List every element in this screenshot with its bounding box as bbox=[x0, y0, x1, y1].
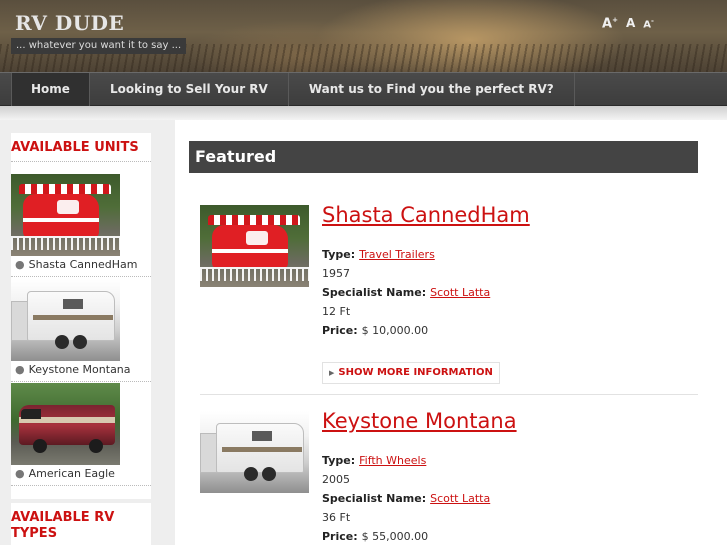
unit-name[interactable]: American Eagle bbox=[29, 467, 115, 480]
available-units-heading: AVAILABLE UNITS bbox=[11, 133, 151, 162]
main-content: Featured Shasta CannedHam Type: Travel Tr… bbox=[175, 120, 727, 545]
listing-specialist-link[interactable]: Scott Latta bbox=[430, 492, 490, 505]
listing-length: 36 Ft bbox=[322, 511, 351, 524]
listing-type-link[interactable]: Travel Trailers bbox=[359, 248, 435, 261]
listing-specialist: Specialist Name: Scott Latta bbox=[322, 286, 491, 299]
sidebar: AVAILABLE UNITS ● Shasta CannedHam ● Keyst… bbox=[0, 120, 175, 545]
font-reset-button[interactable]: A bbox=[626, 16, 635, 30]
listing-length: 12 Ft bbox=[322, 305, 351, 318]
font-decrease-button[interactable]: A- bbox=[643, 17, 654, 30]
white-fifth-wheel-image[interactable] bbox=[200, 411, 309, 493]
featured-listing: Shasta CannedHam Type: Travel Trailers 19… bbox=[200, 203, 698, 395]
listing-photo[interactable] bbox=[200, 411, 309, 493]
listing-price: Price: $ 10,000.00 bbox=[322, 324, 429, 337]
sidebar-unit-item[interactable]: ● Shasta CannedHam bbox=[11, 173, 151, 277]
font-increase-button[interactable]: A+ bbox=[602, 16, 618, 31]
listing-specialist: Specialist Name: Scott Latta bbox=[322, 492, 491, 505]
red-vintage-trailer-image[interactable] bbox=[11, 174, 120, 256]
nav-item-sell-your-rv[interactable]: Looking to Sell Your RV bbox=[90, 73, 289, 106]
listing-specialist-link[interactable]: Scott Latta bbox=[430, 286, 490, 299]
red-vintage-trailer-image[interactable] bbox=[200, 205, 309, 287]
listing-type: Type: Fifth Wheels bbox=[322, 454, 427, 467]
unit-thumbnail[interactable] bbox=[11, 174, 120, 256]
featured-heading: Featured bbox=[189, 141, 698, 173]
available-rv-types-widget: AVAILABLE RV TYPES bbox=[11, 503, 151, 545]
triangle-right-icon: ▶ bbox=[329, 369, 335, 377]
nav-item-home[interactable]: Home bbox=[11, 73, 90, 106]
nav-shadow-band bbox=[0, 106, 727, 120]
sidebar-unit-item[interactable]: ● Keystone Montana bbox=[11, 278, 151, 382]
listing-price-value: $ 10,000.00 bbox=[361, 324, 429, 337]
white-fifth-wheel-image[interactable] bbox=[11, 279, 120, 361]
bullet-icon: ● bbox=[15, 258, 25, 271]
listing-year: 1957 bbox=[322, 267, 350, 280]
unit-thumbnail[interactable] bbox=[11, 279, 120, 361]
nav-item-find-perfect-rv[interactable]: Want us to Find you the perfect RV? bbox=[289, 73, 575, 106]
listing-type-link[interactable]: Fifth Wheels bbox=[359, 454, 426, 467]
red-motorhome-image[interactable] bbox=[11, 383, 120, 465]
listing-title[interactable]: Shasta CannedHam bbox=[322, 203, 530, 227]
show-more-information-button[interactable]: ▶ SHOW MORE INFORMATION bbox=[322, 362, 500, 384]
unit-caption[interactable]: ● American Eagle bbox=[15, 467, 115, 480]
unit-caption[interactable]: ● Keystone Montana bbox=[15, 363, 131, 376]
unit-name[interactable]: Keystone Montana bbox=[29, 363, 131, 376]
bullet-icon: ● bbox=[15, 467, 25, 480]
listing-title[interactable]: Keystone Montana bbox=[322, 409, 517, 433]
site-title[interactable]: RV DUDE bbox=[15, 11, 124, 35]
unit-caption[interactable]: ● Shasta CannedHam bbox=[15, 258, 137, 271]
site-header: RV DUDE ... whatever you want it to say … bbox=[0, 0, 727, 72]
sidebar-unit-item[interactable]: ● American Eagle bbox=[11, 382, 151, 486]
listing-year: 2005 bbox=[322, 473, 350, 486]
unit-thumbnail[interactable] bbox=[11, 383, 120, 465]
featured-listing: Keystone Montana Type: Fifth Wheels 2005 … bbox=[200, 409, 698, 545]
main-navigation: Home Looking to Sell Your RV Want us to … bbox=[0, 72, 727, 106]
site-tagline: ... whatever you want it to say ... bbox=[11, 38, 187, 54]
unit-name[interactable]: Shasta CannedHam bbox=[29, 258, 138, 271]
listing-price: Price: $ 55,000.00 bbox=[322, 530, 429, 543]
available-units-widget: AVAILABLE UNITS ● Shasta CannedHam ● Keyst… bbox=[11, 133, 151, 499]
bullet-icon: ● bbox=[15, 363, 25, 376]
font-size-tools: A+ A A- bbox=[602, 16, 654, 31]
listing-photo[interactable] bbox=[200, 205, 309, 287]
available-rv-types-heading: AVAILABLE RV TYPES bbox=[11, 510, 115, 541]
listing-type: Type: Travel Trailers bbox=[322, 248, 435, 261]
listing-price-value: $ 55,000.00 bbox=[361, 530, 429, 543]
